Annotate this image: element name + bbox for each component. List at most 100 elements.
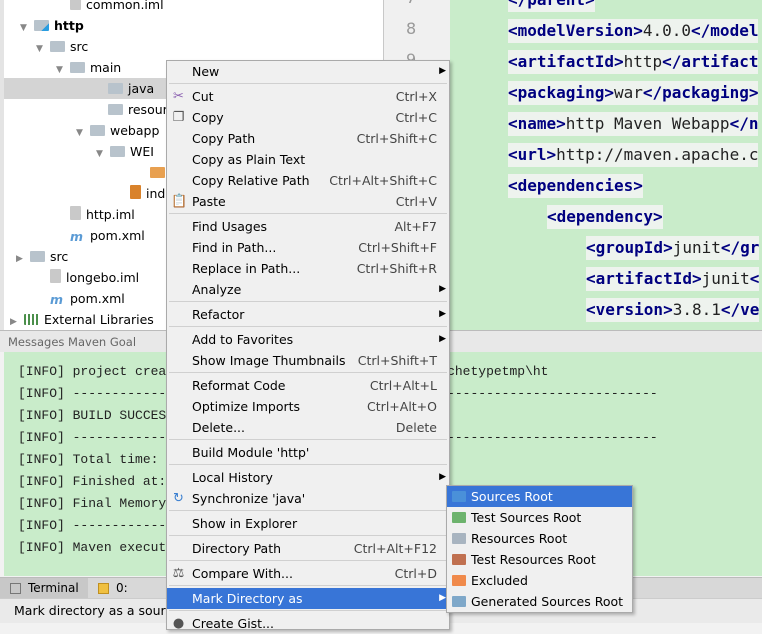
menu-item-copy[interactable]: ❐ Copy Ctrl+C xyxy=(167,107,449,128)
code-line[interactable]: <name>http Maven Webapp</n xyxy=(508,112,759,136)
tree-item-label: pom.xml xyxy=(90,228,145,243)
menu-item-label: Add to Favorites xyxy=(192,332,294,347)
menu-item-create-gist[interactable]: ● Create Gist... xyxy=(167,613,449,634)
folder-icon xyxy=(50,41,65,52)
menu-item-label: Paste xyxy=(192,194,226,209)
menu-item-cut[interactable]: ✂ Cut Ctrl+X xyxy=(167,86,449,107)
tree-item[interactable]: ▶ src xyxy=(4,246,68,267)
folder-icon xyxy=(108,83,123,94)
code-line[interactable]: <url>http://maven.apache.c xyxy=(508,143,759,167)
tree-item[interactable]: ▶ External Libraries xyxy=(4,309,154,330)
code-editor[interactable]: </parent> <modelVersion>4.0.0</model <arti… xyxy=(450,0,762,330)
submenu-item-test-resources-root[interactable]: Test Resources Root xyxy=(447,549,632,570)
code-line[interactable]: <modelVersion>4.0.0</model xyxy=(508,19,759,43)
menu-item-analyze[interactable]: Analyze ▶ xyxy=(167,279,449,300)
tab-terminal[interactable]: Terminal xyxy=(0,578,88,599)
jsp-file-icon xyxy=(130,185,141,199)
menu-item-refactor[interactable]: Refactor ▶ xyxy=(167,304,449,325)
xml-close-tag: </ve xyxy=(720,300,760,319)
sources-root-icon xyxy=(452,491,466,502)
menu-item-label: Synchronize 'java' xyxy=(192,491,306,506)
tree-item-label: common.iml xyxy=(86,0,164,12)
github-icon: ● xyxy=(172,616,185,631)
menu-item-directory-path[interactable]: Directory Path Ctrl+Alt+F12 xyxy=(167,538,449,559)
tree-item[interactable] xyxy=(4,162,170,183)
menu-item-shortcut: Ctrl+C xyxy=(395,110,437,125)
tree-item[interactable]: inde xyxy=(4,183,173,204)
scissors-icon: ✂ xyxy=(173,89,184,104)
menu-item-find-usages[interactable]: Find Usages Alt+F7 xyxy=(167,216,449,237)
menu-item-label: Refactor xyxy=(192,307,245,322)
tab-messages[interactable]: 0: Messages xyxy=(88,578,176,616)
code-line[interactable]: <dependencies> xyxy=(508,174,643,198)
menu-item-copy-relative-path[interactable]: Copy Relative Path Ctrl+Alt+Shift+C xyxy=(167,170,449,191)
tree-item[interactable]: resourc xyxy=(4,99,174,120)
menu-item-shortcut: Ctrl+Alt+Shift+C xyxy=(329,173,437,188)
xml-tag: <dependencies> xyxy=(508,176,643,195)
menu-item-label: Build Module 'http' xyxy=(192,445,310,460)
context-menu: New ▶ ✂ Cut Ctrl+X ❐ Copy Ctrl+C Copy Path Ctrl+S… xyxy=(166,60,450,631)
menu-item-local-history[interactable]: Local History ▶ xyxy=(167,467,449,488)
submenu-item-generated-sources-root[interactable]: Generated Sources Root xyxy=(447,591,632,612)
menu-item-replace-in-path[interactable]: Replace in Path... Ctrl+Shift+R xyxy=(167,258,449,279)
submenu-arrow-icon: ▶ xyxy=(439,593,446,603)
code-line[interactable]: <version>3.8.1</ve xyxy=(586,298,760,322)
tree-item[interactable]: http.iml xyxy=(4,204,135,225)
menu-item-show-image-thumbnails[interactable]: Show Image Thumbnails Ctrl+Shift+T xyxy=(167,350,449,371)
menu-item-copy-as-plain-text[interactable]: Copy as Plain Text xyxy=(167,149,449,170)
xml-close-tag: </gr xyxy=(720,238,760,257)
menu-item-copy-path[interactable]: Copy Path Ctrl+Shift+C xyxy=(167,128,449,149)
maven-icon: m xyxy=(50,292,64,307)
menu-item-shortcut: Ctrl+Alt+F12 xyxy=(353,541,437,556)
submenu-arrow-icon: ▶ xyxy=(439,66,446,76)
menu-item-paste[interactable]: 📋 Paste Ctrl+V xyxy=(167,191,449,212)
code-line[interactable]: <artifactId>http</artifact xyxy=(508,50,759,74)
code-line[interactable]: <groupId>junit</gr xyxy=(586,236,760,260)
code-line[interactable]: <packaging>war</packaging> xyxy=(508,81,759,105)
code-line[interactable]: <dependency> xyxy=(547,205,663,229)
submenu-item-label: Test Resources Root xyxy=(471,552,596,567)
tree-item-label: http xyxy=(54,18,84,33)
menu-item-add-to-favorites[interactable]: Add to Favorites ▶ xyxy=(167,329,449,350)
menu-item-shortcut: Ctrl+Shift+T xyxy=(357,353,437,368)
tree-item[interactable]: ▼ webapp xyxy=(4,120,159,141)
submenu-item-excluded[interactable]: Excluded xyxy=(447,570,632,591)
tree-item[interactable]: ▼ src xyxy=(4,36,88,57)
code-line[interactable]: </parent> xyxy=(508,0,595,12)
submenu-item-test-sources-root[interactable]: Test Sources Root xyxy=(447,507,632,528)
menu-item-find-in-path[interactable]: Find in Path... Ctrl+Shift+F xyxy=(167,237,449,258)
tree-item[interactable]: ▼ http xyxy=(4,15,84,36)
tree-item[interactable]: ▼ main xyxy=(4,57,121,78)
library-icon xyxy=(24,314,39,325)
submenu-item-resources-root[interactable]: Resources Root xyxy=(447,528,632,549)
menu-item-delete[interactable]: Delete... Delete xyxy=(167,417,449,438)
console-line: [INFO] --------------- xyxy=(18,518,190,533)
submenu-item-sources-root[interactable]: Sources Root xyxy=(447,486,632,507)
menu-item-optimize-imports[interactable]: Optimize Imports Ctrl+Alt+O xyxy=(167,396,449,417)
menu-item-mark-directory-as[interactable]: Mark Directory as ▶ xyxy=(167,588,449,609)
web-xml-icon xyxy=(150,167,165,178)
xml-tag: <version> xyxy=(586,300,673,319)
menu-item-compare-with[interactable]: ⚖ Compare With... Ctrl+D xyxy=(167,563,449,584)
menu-item-label: Show Image Thumbnails xyxy=(192,353,346,368)
menu-item-label: Find Usages xyxy=(192,219,268,234)
tree-item[interactable]: longebo.iml xyxy=(4,267,139,288)
test-resources-root-icon xyxy=(452,554,466,565)
tree-item[interactable]: m pom.xml xyxy=(4,225,145,246)
tree-item[interactable]: common.iml xyxy=(4,0,164,15)
code-line[interactable]: <artifactId>junit< xyxy=(586,267,760,291)
menu-item-show-in-explorer[interactable]: Show in Explorer xyxy=(167,513,449,534)
menu-item-build-module-http[interactable]: Build Module 'http' xyxy=(167,442,449,463)
menu-item-synchronize-java[interactable]: ↻ Synchronize 'java' xyxy=(167,488,449,509)
menu-item-reformat-code[interactable]: Reformat Code Ctrl+Alt+L xyxy=(167,375,449,396)
tree-item[interactable]: ▼ WEI xyxy=(4,141,154,162)
tree-item[interactable]: m pom.xml xyxy=(4,288,125,309)
iml-file-icon xyxy=(50,269,61,283)
xml-text: http://maven.apache.c xyxy=(556,145,759,164)
menu-item-label: Reformat Code xyxy=(192,378,286,393)
menu-item-shortcut: Ctrl+D xyxy=(394,566,437,581)
menu-item-label: Copy as Plain Text xyxy=(192,152,306,167)
menu-item-new[interactable]: New ▶ xyxy=(167,61,449,82)
menu-item-label: Show in Explorer xyxy=(192,516,298,531)
compare-icon: ⚖ xyxy=(172,566,185,581)
